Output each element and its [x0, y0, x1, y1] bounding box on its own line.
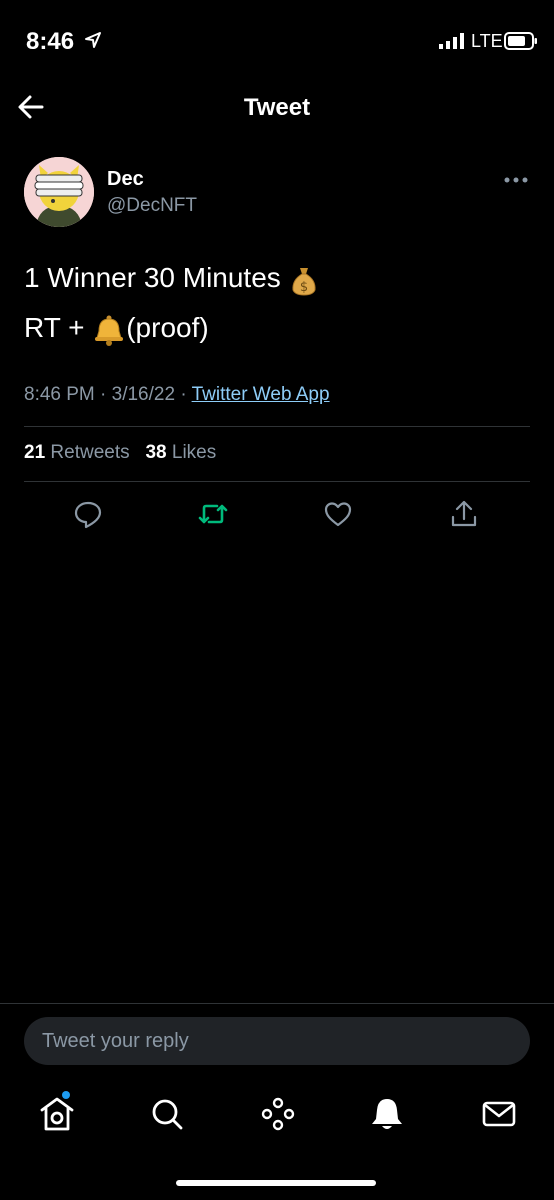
- divider: [0, 1003, 554, 1004]
- more-options-icon[interactable]: [504, 170, 528, 190]
- location-arrow-icon: [85, 32, 101, 48]
- home-indicator[interactable]: [176, 1180, 376, 1186]
- author-handle[interactable]: @DecNFT: [107, 195, 197, 217]
- tweet-timestamp: 8:46 PM · 3/16/22 ·: [24, 384, 192, 405]
- tweet-text-line-1: 1 Winner 30 Minutes $: [24, 262, 319, 296]
- messages-icon[interactable]: [479, 1094, 519, 1134]
- signal-icon: [439, 33, 464, 49]
- tweet-meta: 8:46 PM · 3/16/22 · Twitter Web App: [24, 384, 330, 406]
- battery-icon: [504, 32, 537, 50]
- tweet-text-prefix: RT +: [24, 312, 93, 343]
- network-label: LTE: [471, 31, 503, 51]
- svg-text:$: $: [299, 280, 307, 295]
- status-time: 8:46: [26, 28, 75, 55]
- header: Tweet: [0, 80, 554, 136]
- search-icon[interactable]: [147, 1094, 187, 1134]
- retweet-icon[interactable]: [197, 498, 229, 530]
- reply-input[interactable]: Tweet your reply: [24, 1017, 530, 1065]
- retweets-label[interactable]: Retweets: [50, 442, 129, 463]
- status-bar: 8:46 LTE: [0, 0, 554, 80]
- spaces-icon[interactable]: [258, 1094, 298, 1134]
- share-icon[interactable]: [448, 498, 480, 530]
- home-icon[interactable]: [37, 1094, 77, 1134]
- page-title: Tweet: [243, 94, 311, 121]
- divider: [24, 481, 530, 482]
- avatar[interactable]: [24, 157, 94, 227]
- bell-emoji-icon: [95, 315, 124, 346]
- author-name[interactable]: Dec: [107, 168, 144, 191]
- money-bag-emoji-icon: $: [292, 267, 316, 296]
- like-heart-icon[interactable]: [322, 498, 354, 530]
- tweet-text-line-2: RT + (proof): [24, 312, 209, 346]
- likes-label[interactable]: Likes: [172, 442, 216, 463]
- likes-count[interactable]: 38: [145, 442, 166, 463]
- notification-dot: [62, 1091, 70, 1099]
- notifications-icon[interactable]: [367, 1094, 407, 1134]
- reply-placeholder: Tweet your reply: [42, 1030, 189, 1052]
- divider: [24, 426, 530, 427]
- tweet-stats: 21 Retweets 38 Likes: [24, 442, 216, 464]
- tweet-text-suffix: (proof): [126, 312, 209, 343]
- retweets-count[interactable]: 21: [24, 442, 45, 463]
- tweet-text: 1 Winner 30 Minutes: [24, 262, 281, 293]
- reply-icon[interactable]: [72, 498, 104, 530]
- avatar-image: [24, 157, 94, 227]
- tweet-source-link[interactable]: Twitter Web App: [192, 384, 330, 405]
